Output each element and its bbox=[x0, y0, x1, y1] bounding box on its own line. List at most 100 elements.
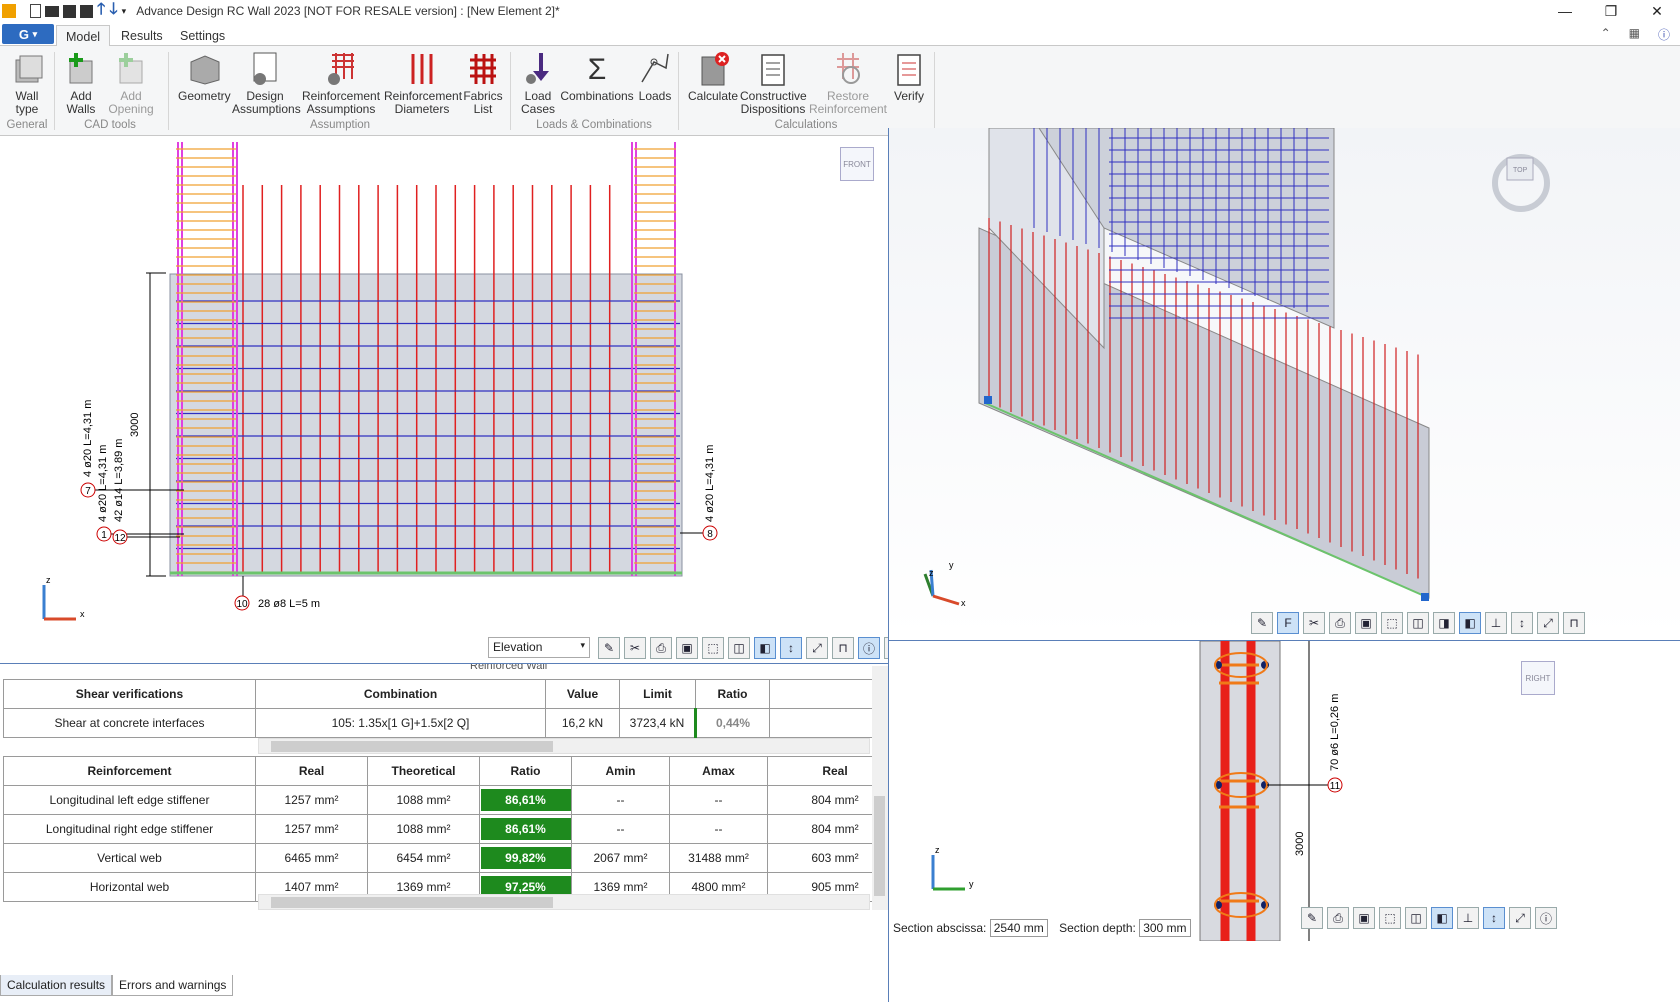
info-icon[interactable]: ⓘ bbox=[858, 637, 880, 659]
abscissa-input[interactable]: 2540 mm bbox=[989, 919, 1048, 937]
export-icon[interactable]: ▣ bbox=[1355, 612, 1377, 634]
arrow-down-icon[interactable]: 🡓 bbox=[109, 0, 117, 25]
table-row[interactable]: Longitudinal left edge stiffener 1257 mm²… bbox=[3, 785, 888, 815]
vertical-scrollbar[interactable] bbox=[872, 666, 888, 910]
tab-errors-warnings[interactable]: Errors and warnings bbox=[112, 975, 234, 996]
print-icon[interactable]: ⎙ bbox=[1329, 612, 1351, 634]
shear-scrollbar[interactable] bbox=[258, 738, 870, 754]
loads-icon bbox=[636, 48, 674, 90]
group-cad-tools: CAD tools bbox=[84, 119, 136, 131]
view-cube-right[interactable]: RIGHT bbox=[1521, 661, 1555, 695]
wireframe-icon[interactable]: ◫ bbox=[1407, 612, 1429, 634]
hidden-line-icon[interactable]: ◨ bbox=[1433, 612, 1455, 634]
abscissa-label: Section abscissa: bbox=[893, 921, 987, 935]
table-row[interactable]: Longitudinal right edge stiffener 1257 mm… bbox=[3, 814, 888, 844]
view-select[interactable]: Elevation ▾ bbox=[488, 637, 590, 658]
dimension-icon[interactable]: ↕ bbox=[1483, 907, 1505, 929]
restore-button[interactable]: ❐ bbox=[1588, 0, 1634, 22]
zoom-extents-icon[interactable]: ⬚ bbox=[1381, 612, 1403, 634]
svg-text:x: x bbox=[961, 598, 966, 608]
calculate-button[interactable]: Calculate bbox=[688, 48, 738, 103]
section-dimension: 3000 bbox=[1294, 832, 1306, 856]
export-icon[interactable]: ▣ bbox=[1353, 907, 1375, 929]
zoom-window-icon[interactable]: ⤢ bbox=[1509, 907, 1531, 929]
save-as-icon[interactable] bbox=[80, 4, 93, 18]
axis-triad: y z x bbox=[923, 560, 966, 608]
geometry-icon bbox=[178, 48, 230, 90]
cut-icon[interactable]: ✂ bbox=[1303, 612, 1325, 634]
fabrics-list-button[interactable]: Fabrics List bbox=[462, 48, 504, 116]
app-menu-button[interactable]: G ▾ bbox=[2, 24, 54, 44]
wall-type-button[interactable]: Wall type bbox=[4, 48, 50, 116]
verify-button[interactable]: Verify bbox=[890, 48, 928, 103]
restore-reinforcement-button[interactable]: Restore Reinforcement bbox=[808, 48, 888, 116]
axes-icon[interactable]: ⊥ bbox=[1457, 907, 1479, 929]
table-row[interactable]: Shear at concrete interfaces 105: 1.35x[… bbox=[3, 708, 888, 738]
print-icon[interactable]: ⎙ bbox=[1327, 907, 1349, 929]
reinforcement-diameters-button[interactable]: Reinforcement Diameters bbox=[384, 48, 462, 116]
measure-icon[interactable]: ✎ bbox=[1251, 612, 1273, 634]
save-icon[interactable] bbox=[63, 4, 76, 18]
wireframe-icon[interactable]: ◫ bbox=[728, 637, 750, 659]
shear-table: Shear verifications Combination Value Li… bbox=[3, 679, 888, 738]
minimize-button[interactable]: — bbox=[1542, 0, 1588, 22]
close-button[interactable]: ✕ bbox=[1634, 0, 1680, 22]
info-icon[interactable]: ⓘ bbox=[1535, 907, 1557, 929]
cut-icon[interactable]: ✂ bbox=[624, 637, 646, 659]
add-opening-button[interactable]: Add Opening bbox=[106, 48, 156, 116]
3d-view[interactable]: TOP y z x ✎ F ✂ ⎙ ▣ ⬚ ◫ ◨ ◧ ⊥ ↕ ⤢ ⊓ bbox=[889, 128, 1680, 638]
view-cube-front[interactable]: FRONT bbox=[840, 147, 874, 181]
zoom-extents-icon[interactable]: ⬚ bbox=[1379, 907, 1401, 929]
front-view-icon[interactable]: F bbox=[1277, 612, 1299, 634]
depth-label: Section depth: bbox=[1059, 921, 1136, 935]
zoom-window-icon[interactable]: ⤢ bbox=[1537, 612, 1559, 634]
tab-results[interactable]: Results bbox=[112, 25, 172, 47]
zoom-extents-icon[interactable]: ⬚ bbox=[702, 637, 724, 659]
dimension-icon[interactable]: ↕ bbox=[1511, 612, 1533, 634]
constructive-dispositions-button[interactable]: Constructive Dispositions bbox=[740, 48, 807, 116]
load-cases-button[interactable]: Load Cases bbox=[520, 48, 556, 116]
add-walls-button[interactable]: Add Walls bbox=[58, 48, 104, 116]
cube-icon[interactable]: ▦ bbox=[1629, 26, 1640, 43]
section-toolbar: ✎ ⎙ ▣ ⬚ ◫ ◧ ⊥ ↕ ⤢ ⓘ bbox=[1301, 907, 1557, 929]
design-assumptions-button[interactable]: Design Assumptions bbox=[232, 48, 301, 116]
axes-icon[interactable]: ⊥ bbox=[1485, 612, 1507, 634]
geometry-button[interactable]: Geometry bbox=[178, 48, 231, 103]
measure-icon[interactable]: ✎ bbox=[598, 637, 620, 659]
new-file-icon[interactable] bbox=[30, 4, 41, 18]
3d-toolbar: ✎ F ✂ ⎙ ▣ ⬚ ◫ ◨ ◧ ⊥ ↕ ⤢ ⊓ bbox=[1251, 612, 1585, 634]
tab-model[interactable]: Model bbox=[56, 25, 111, 47]
customize-quick-access-icon[interactable]: ▾ bbox=[122, 6, 127, 17]
tab-settings[interactable]: Settings bbox=[171, 25, 234, 47]
tab-calculation-results[interactable]: Calculation results bbox=[0, 975, 113, 996]
axis-triad: zy bbox=[931, 845, 974, 891]
collapse-ribbon-icon[interactable]: ⌃ bbox=[1601, 26, 1611, 43]
loads-button[interactable]: Loads bbox=[636, 48, 674, 103]
marker-10: 10 bbox=[236, 599, 248, 610]
reinforcement-scrollbar[interactable] bbox=[258, 894, 870, 910]
print-icon[interactable]: ⎙ bbox=[650, 637, 672, 659]
table-row[interactable]: Vertical web 6465 mm² 6454 mm² 99,82% 2067 … bbox=[3, 843, 888, 873]
wireframe-icon[interactable]: ◫ bbox=[1405, 907, 1427, 929]
combinations-button[interactable]: Σ Combinations bbox=[560, 48, 634, 103]
group-loads-combinations: Loads & Combinations bbox=[536, 119, 652, 131]
section-view[interactable]: 11 70 ø6 L=0,26 m 3000 zy RIGHT Section … bbox=[889, 640, 1680, 1002]
view-cube-top[interactable]: TOP bbox=[1513, 167, 1528, 174]
section-icon[interactable]: ⊓ bbox=[832, 637, 854, 659]
measure-icon[interactable]: ✎ bbox=[1301, 907, 1323, 929]
arrow-up-icon[interactable]: 🡑 bbox=[97, 0, 105, 25]
section-icon[interactable]: ⊓ bbox=[1563, 612, 1585, 634]
reinforcement-assumptions-button[interactable]: Reinforcement Assumptions bbox=[302, 48, 380, 116]
shaded-icon[interactable]: ◧ bbox=[1459, 612, 1481, 634]
shaded-icon[interactable]: ◧ bbox=[1431, 907, 1453, 929]
shaded-icon[interactable]: ◧ bbox=[754, 637, 776, 659]
depth-input[interactable]: 300 mm bbox=[1139, 919, 1191, 937]
svg-text:y: y bbox=[969, 879, 974, 889]
group-general: General bbox=[6, 119, 48, 131]
info-icon[interactable]: ⓘ bbox=[1658, 26, 1670, 43]
export-icon[interactable]: ▣ bbox=[676, 637, 698, 659]
dimension-icon[interactable]: ↕ bbox=[780, 637, 802, 659]
zoom-window-icon[interactable]: ⤢ bbox=[806, 637, 828, 659]
open-file-icon[interactable] bbox=[45, 5, 59, 17]
elevation-view[interactable]: 3000 4 ø20 L=4,31 m 4 ø20 L=4,31 m 42 ø1… bbox=[0, 137, 888, 663]
